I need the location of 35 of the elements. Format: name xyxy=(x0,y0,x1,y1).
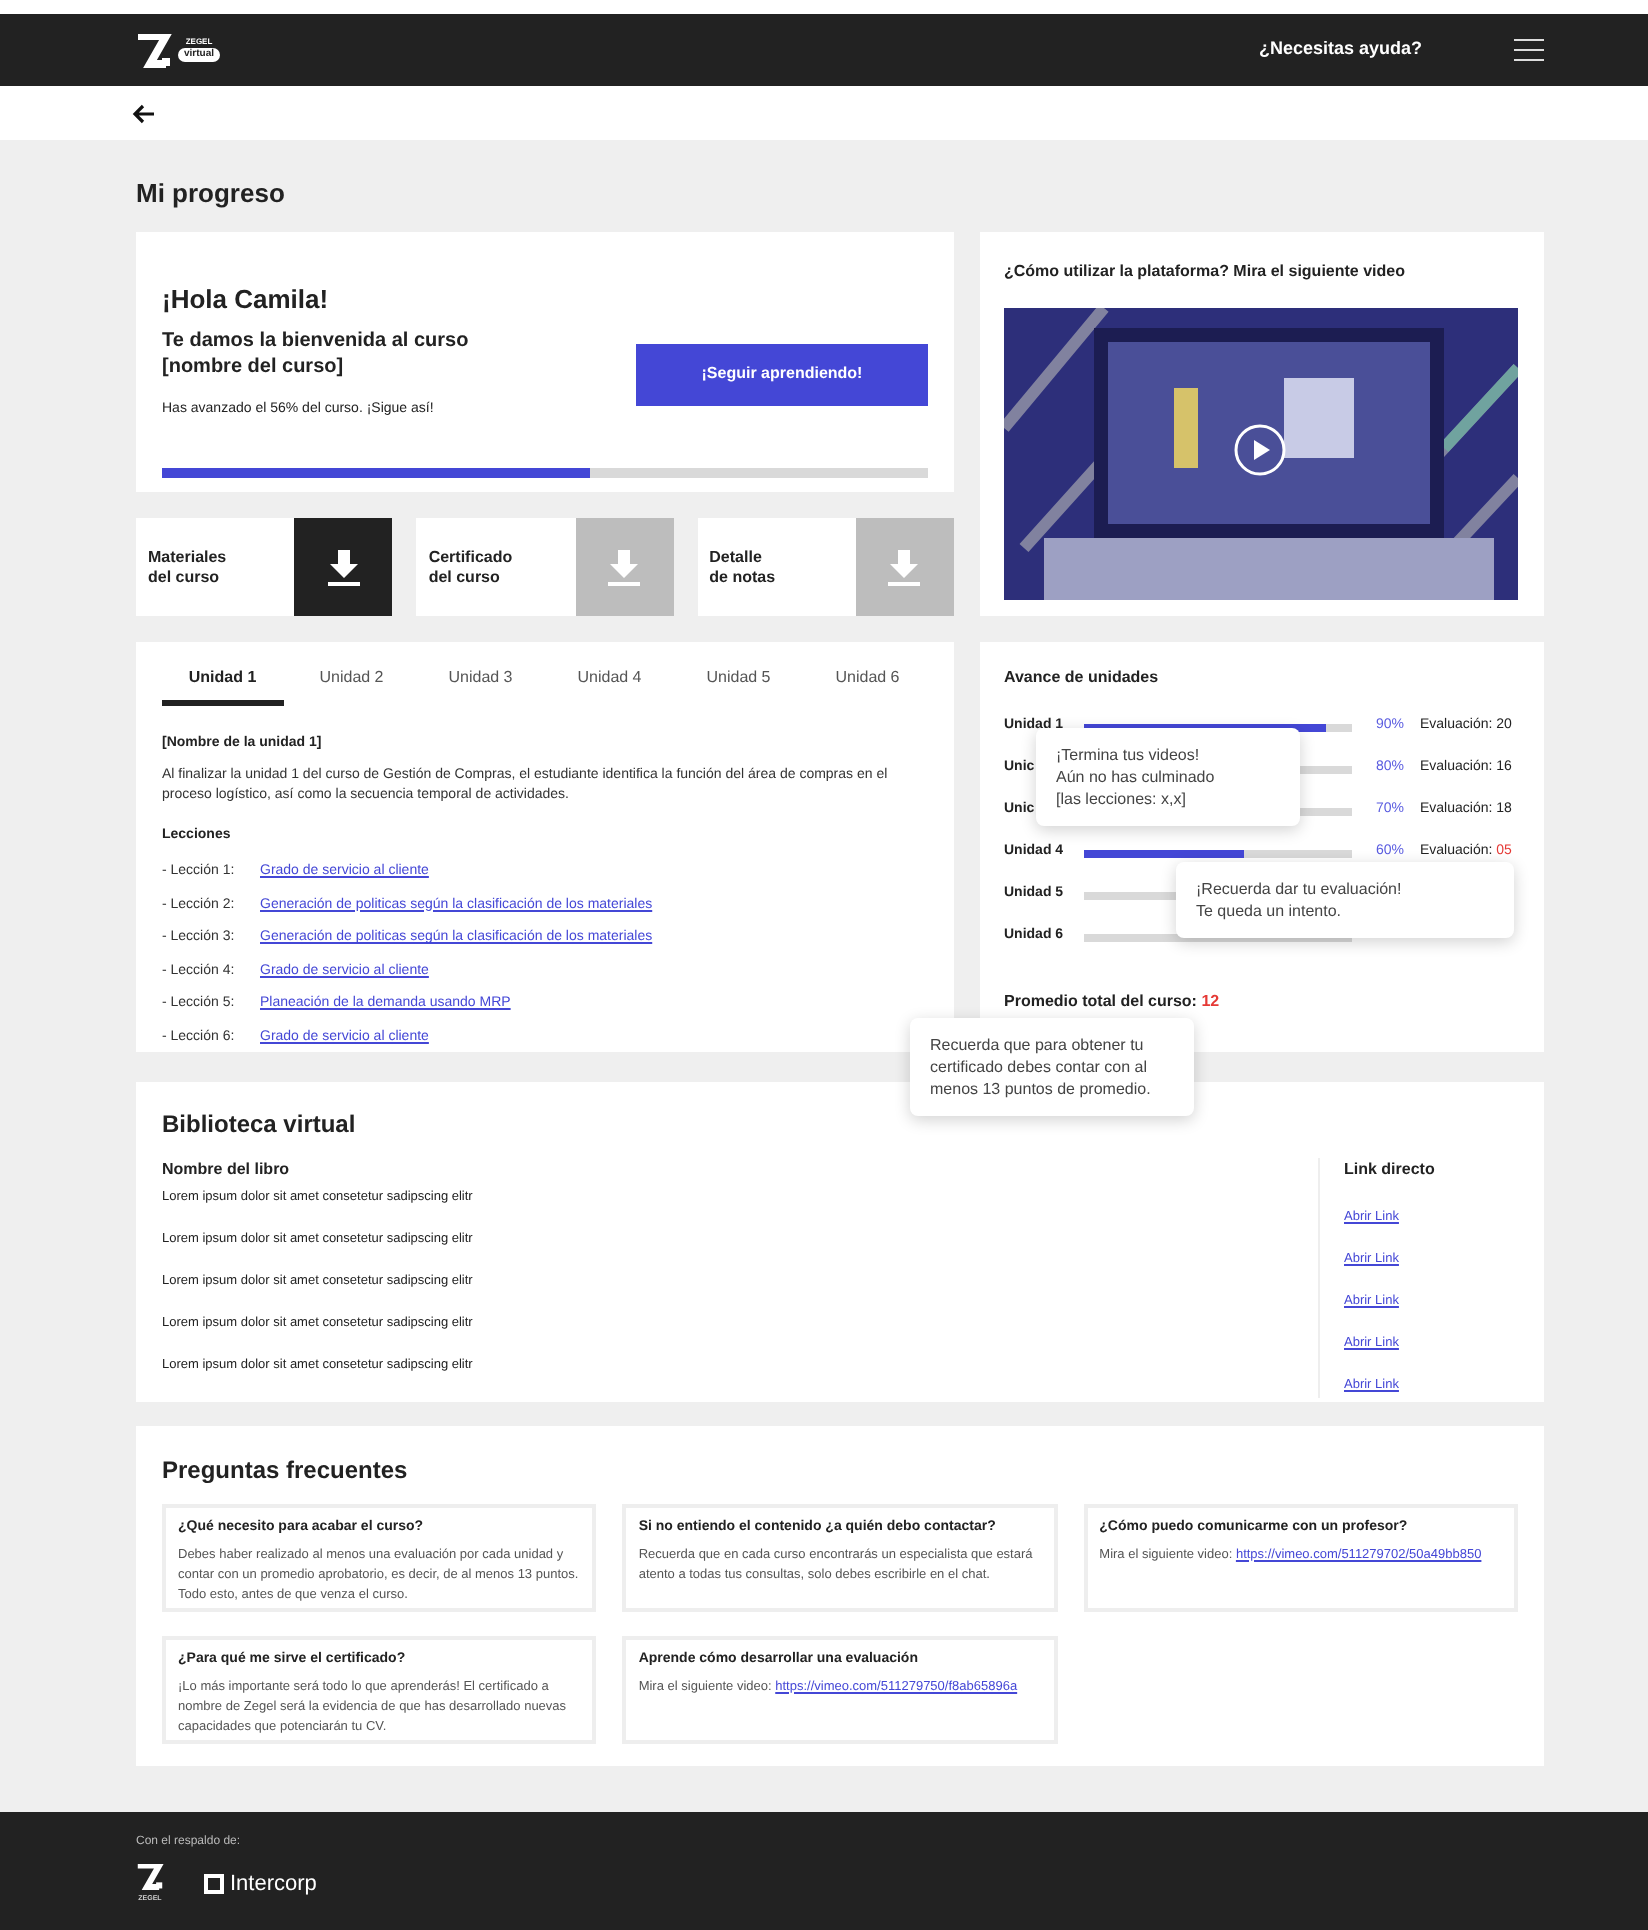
unit-tab[interactable]: Unidad 1 xyxy=(162,666,283,706)
library-title: Biblioteca virtual xyxy=(162,1108,358,1142)
tooltip: ¡Termina tus videos! Aún no has culminado [las lecciones: x,x] xyxy=(1036,728,1300,826)
welcome-message: Te damos la bienvenida al curso [nombre del curso] xyxy=(162,327,471,379)
course-average: Promedio total del curso: 12 xyxy=(1004,990,1222,1014)
menu-icon[interactable] xyxy=(1514,38,1544,62)
download-icon xyxy=(608,549,641,585)
logo-icon xyxy=(136,1864,164,1890)
back-arrow-icon[interactable] xyxy=(132,103,156,123)
download-button[interactable] xyxy=(294,518,393,616)
greeting: ¡Hola Camila! xyxy=(162,282,331,318)
faq-title: Preguntas frecuentes xyxy=(162,1454,410,1488)
unit-tab[interactable]: Unidad 2 xyxy=(291,666,412,706)
tooltip: Recuerda que para obtener tu certificado debes contar con al menos 13 puntos de promedio. xyxy=(910,1018,1194,1116)
video-title: ¿Cómo utilizar la plataforma? Mira el siguiente video xyxy=(1004,260,1407,284)
unit-tab[interactable]: Unidad 5 xyxy=(678,666,799,706)
download-label: Detalle de notas xyxy=(709,547,776,587)
download-icon xyxy=(327,549,360,585)
unit-tab[interactable]: Unidad 3 xyxy=(420,666,541,706)
logo-icon xyxy=(136,33,172,67)
download-icon xyxy=(888,549,921,585)
square-logo-icon xyxy=(204,1874,224,1895)
column-header: Link directo xyxy=(1344,1158,1437,1182)
partner-name: Intercorp xyxy=(230,1869,317,1900)
unit-progress-title: Avance de unidades xyxy=(1004,666,1161,690)
unit-tab[interactable]: Unidad 4 xyxy=(549,666,670,706)
tooltip: ¡Recuerda dar tu evaluación! Te queda un intento. xyxy=(1176,862,1514,938)
download-label: Certificado del curso xyxy=(428,547,513,587)
column-header: Nombre del libro xyxy=(162,1158,292,1182)
unit-tab[interactable]: Unidad 6 xyxy=(807,666,928,706)
help-link[interactable]: ¿Necesitas ayuda? xyxy=(1258,36,1422,64)
download-label: Materiales del curso xyxy=(148,547,227,587)
page-title: Mi progreso xyxy=(136,180,287,206)
continue-button[interactable]: ¡Seguir aprendiendo! xyxy=(636,343,928,405)
play-button-icon[interactable] xyxy=(1234,424,1286,476)
